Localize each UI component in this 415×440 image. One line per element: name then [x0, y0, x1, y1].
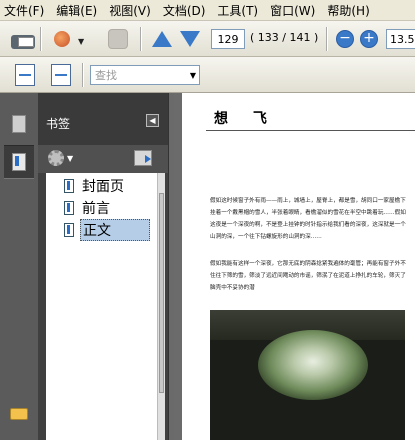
- document-photo: [210, 310, 405, 440]
- disabled-tool-button[interactable]: [104, 25, 132, 53]
- bookmark-item[interactable]: 封面页: [64, 177, 126, 195]
- zoom-in-button[interactable]: +: [360, 30, 378, 48]
- fit-width-button[interactable]: [12, 61, 38, 89]
- bookmark-icon: [12, 153, 26, 171]
- document-heading: 想 飞: [214, 111, 277, 127]
- bookmark-label: 正文: [80, 219, 150, 241]
- pages-icon: [9, 112, 26, 133]
- zoom-out-button[interactable]: −: [336, 30, 354, 48]
- next-page-button[interactable]: [178, 25, 202, 53]
- bookmark-tree: 封面页 前言 正文: [46, 173, 164, 440]
- arrow-up-icon: [152, 31, 172, 47]
- bookmark-icon: [64, 223, 74, 237]
- arrow-down-icon: [180, 31, 200, 47]
- bookmark-item[interactable]: 前言: [64, 199, 112, 217]
- page-total-label: ( 133 / 141 ): [250, 31, 319, 44]
- menu-tools[interactable]: 工具(T): [217, 2, 258, 19]
- bookmark-item-selected[interactable]: 正文: [64, 219, 150, 241]
- bookmark-label: 前言: [82, 201, 110, 217]
- panel-options-bar: ▼: [38, 145, 168, 173]
- bookmark-icon: [64, 201, 74, 215]
- plus-icon: +: [363, 30, 375, 46]
- printer-icon: [11, 35, 35, 49]
- gear-icon[interactable]: [48, 150, 64, 166]
- minus-icon: −: [339, 30, 351, 46]
- menu-view[interactable]: 视图(V): [109, 2, 151, 19]
- expand-bookmark-icon[interactable]: [134, 150, 152, 166]
- find-input[interactable]: 查找: [90, 65, 200, 85]
- main-toolbar: ▼ 129 ( 133 / 141 ) − + 13.5%: [0, 21, 415, 57]
- bookmark-icon: [64, 179, 74, 193]
- collapse-panel-button[interactable]: ◀: [146, 114, 159, 127]
- sign-icon: [108, 29, 128, 49]
- menu-bar: 文件(F) 编辑(E) 视图(V) 文档(D) 工具(T) 窗口(W) 帮助(H…: [0, 0, 415, 21]
- bookmarks-panel-button[interactable]: [4, 145, 34, 179]
- previous-page-button[interactable]: [150, 25, 174, 53]
- page-number-input[interactable]: 129: [211, 29, 245, 49]
- heading-rule: [206, 130, 415, 131]
- menu-edit[interactable]: 编辑(E): [56, 2, 97, 19]
- collaborate-button[interactable]: [48, 25, 76, 53]
- document-paragraph: 假如我能有这样一个深夜，它那无底的阴森捻紧我遍体的毫管；再能有窗子外不住往下筛的…: [210, 261, 406, 291]
- fit-page-button[interactable]: [48, 61, 74, 89]
- bookmark-label: 封面页: [82, 179, 124, 195]
- comments-panel-button[interactable]: [4, 397, 34, 431]
- chevron-left-icon: ◀: [149, 116, 156, 125]
- chevron-down-icon[interactable]: ▼: [186, 65, 200, 85]
- menu-file[interactable]: 文件(F): [4, 2, 44, 19]
- toolbar-separator: [82, 63, 84, 87]
- print-button[interactable]: [8, 25, 38, 53]
- chevron-down-icon[interactable]: ▼: [78, 37, 84, 46]
- toolbar-separator: [140, 27, 142, 51]
- navigation-rail: [0, 93, 38, 440]
- toolbar-separator: [326, 27, 328, 51]
- zoom-level-input[interactable]: 13.5%: [386, 29, 415, 49]
- panel-scrollbar[interactable]: [157, 173, 165, 440]
- pages-panel-button[interactable]: [4, 107, 34, 141]
- panel-title: 书签: [46, 117, 71, 131]
- people-icon: [54, 31, 70, 47]
- fit-page-icon: [51, 64, 71, 86]
- menu-help[interactable]: 帮助(H): [327, 2, 369, 19]
- bookmarks-panel: 书签 ◀ ▼ 封面页 前言 正文: [38, 93, 168, 440]
- panel-header: 书签 ◀: [38, 93, 168, 151]
- scrollbar-thumb[interactable]: [159, 193, 164, 393]
- chevron-down-icon[interactable]: ▼: [67, 154, 73, 163]
- document-paragraph: 假如这时候窗子外有雨——雨上，城墙上，屋脊上，都是雪，胡同口一家屋檐下挂着一个戴…: [210, 198, 406, 240]
- fit-width-icon: [15, 64, 35, 86]
- toolbar-separator: [40, 27, 42, 51]
- secondary-toolbar: 查找 ▼: [0, 57, 415, 93]
- menu-document[interactable]: 文档(D): [163, 2, 206, 19]
- menu-window[interactable]: 窗口(W): [270, 2, 315, 19]
- comment-icon: [10, 408, 28, 420]
